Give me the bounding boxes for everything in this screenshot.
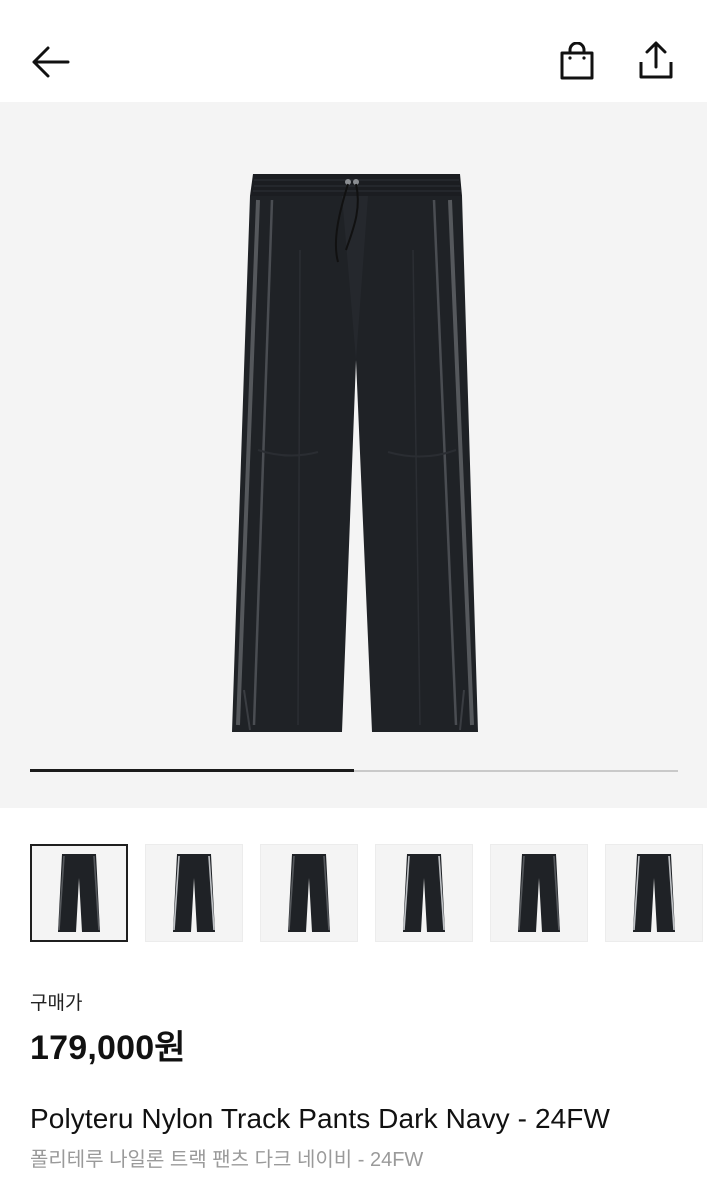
thumbnail-image — [288, 854, 330, 932]
product-image — [232, 174, 478, 732]
thumbnail-image — [518, 854, 560, 932]
thumbnail-5[interactable] — [490, 844, 588, 942]
thumbnail-2[interactable] — [145, 844, 243, 942]
thumbnail-strip[interactable] — [0, 842, 707, 946]
thumbnail-image — [633, 854, 675, 932]
share-upload-icon — [639, 41, 673, 79]
thumbnail-image — [173, 854, 215, 932]
thumbnail-3[interactable] — [260, 844, 358, 942]
product-price: 179,000원 — [30, 1029, 186, 1067]
share-button[interactable] — [634, 38, 678, 82]
shopping-bag-icon — [560, 42, 594, 80]
carousel-progress — [30, 769, 678, 772]
thumbnail-6[interactable] — [605, 844, 703, 942]
carousel-progress-fill — [30, 769, 354, 772]
shopping-bag-button[interactable] — [556, 40, 598, 82]
top-bar — [0, 0, 707, 102]
product-image-carousel[interactable] — [0, 102, 707, 808]
back-button[interactable] — [26, 40, 74, 84]
arrow-left-icon — [32, 46, 70, 78]
thumbnail-4[interactable] — [375, 844, 473, 942]
product-title-ko: 폴리테루 나일론 트랙 팬츠 다크 네이비 - 24FW — [30, 1149, 424, 1171]
price-label: 구매가 — [30, 993, 83, 1014]
thumbnail-1[interactable] — [30, 844, 128, 942]
thumbnail-image — [403, 854, 445, 932]
product-title-en[interactable]: Polyteru Nylon Track Pants Dark Navy - 2… — [30, 1103, 610, 1135]
thumbnail-image — [58, 854, 100, 932]
